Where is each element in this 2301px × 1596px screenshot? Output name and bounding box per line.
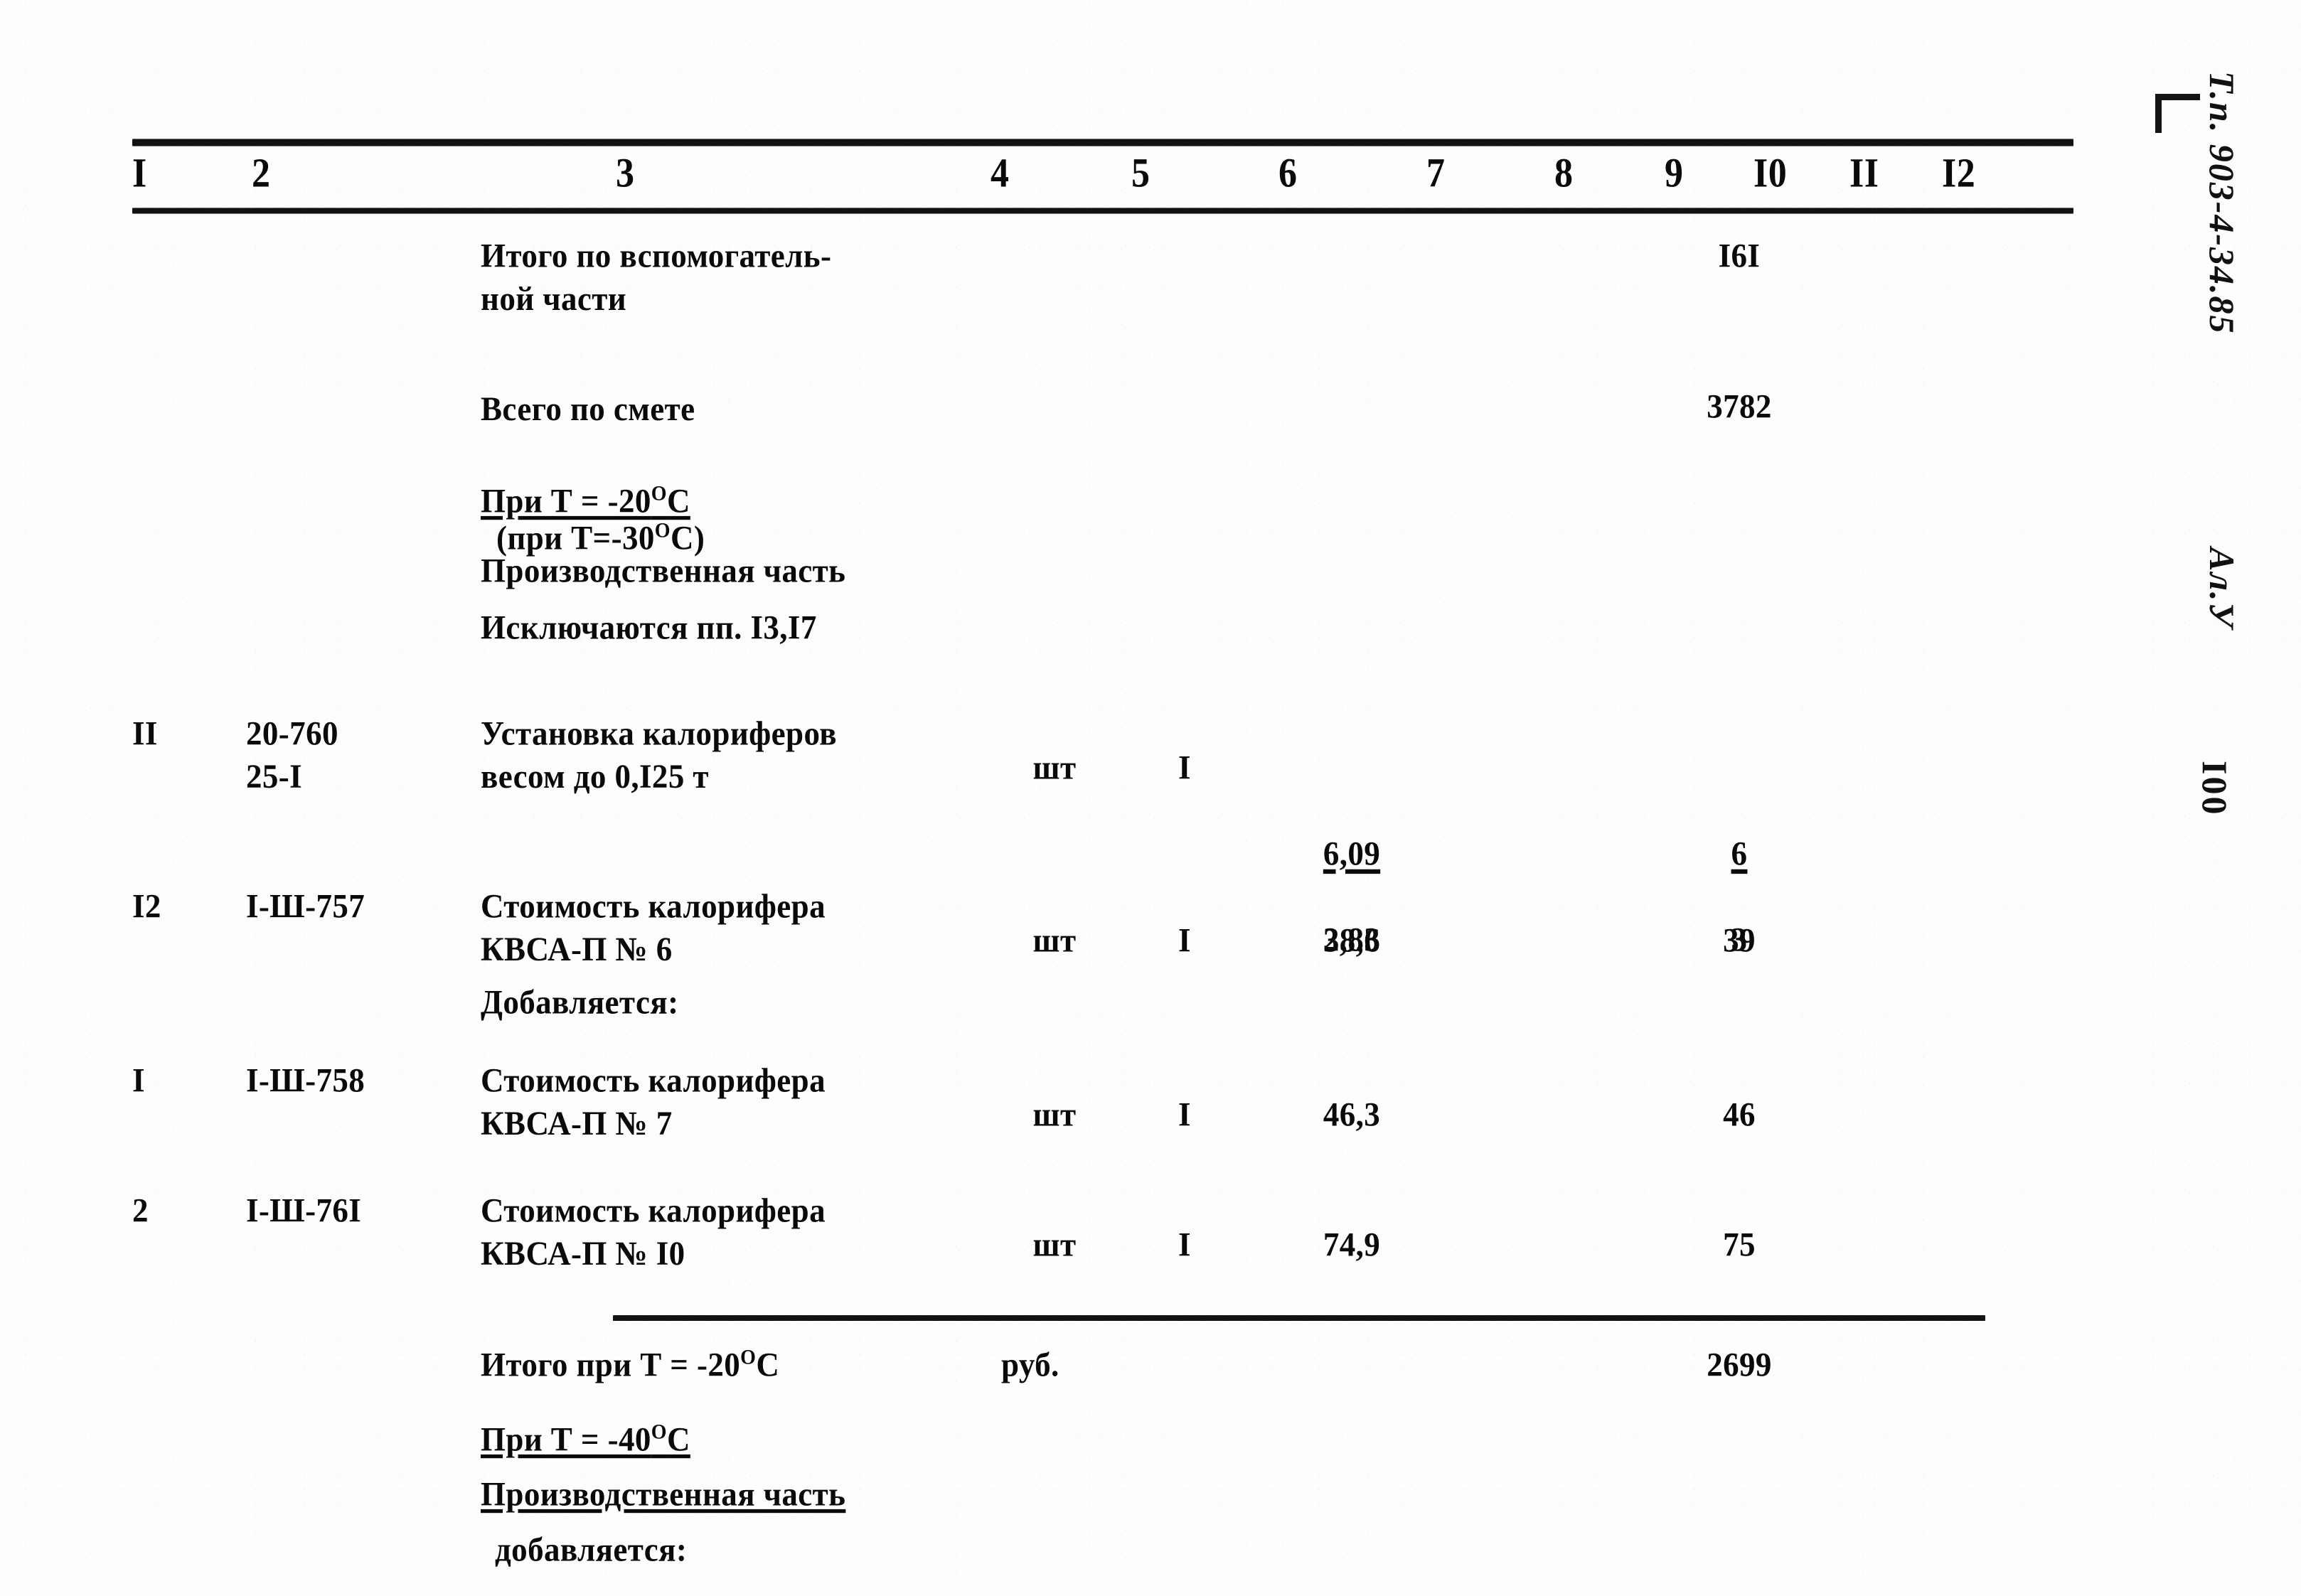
column-header-7: 7 xyxy=(1426,151,1446,196)
column-header-9: 9 xyxy=(1665,151,1684,196)
degree-symbol: О xyxy=(740,1346,757,1370)
section-heading-tail: С xyxy=(666,1420,690,1459)
row-description: Установка калориферов весом до 0,I25 т xyxy=(481,714,837,796)
margin-stamp-block: Т.п. 903-4-34.85 Ал.У I00 xyxy=(2136,50,2285,974)
column-header-5: 5 xyxy=(1131,151,1150,196)
section-heading: При Т = -40ОС xyxy=(481,1418,779,1461)
total-numerator: 6 xyxy=(1731,835,1748,873)
section-heading-text: При Т = -40 xyxy=(481,1420,651,1459)
row-price: 6,09 2,83 xyxy=(1263,746,1441,1005)
row-quantity: I xyxy=(1178,749,1191,787)
row-description: Стоимость калорифера КВСА-П № I0 xyxy=(481,1191,826,1273)
row-total: 6 3 xyxy=(1657,746,1821,1005)
row-description-line1: Всего по смете xyxy=(481,390,695,428)
price-numerator: 6,09 xyxy=(1323,835,1381,873)
row-unit: шт xyxy=(1032,1226,1077,1264)
row-quantity: I xyxy=(1178,1226,1191,1264)
column-header-3: 3 xyxy=(616,151,635,196)
row-total: 46 xyxy=(1723,1096,1756,1134)
column-header-12: I2 xyxy=(1942,151,1976,196)
table-header-bottom-rule xyxy=(132,208,2073,213)
column-header-4: 4 xyxy=(991,151,1010,196)
row-quantity: I xyxy=(1178,921,1191,960)
row-code: I-Ш-757 xyxy=(246,887,365,926)
column-header-8: 8 xyxy=(1554,151,1574,196)
row-total: 39 xyxy=(1723,921,1756,960)
subtotal-total: 2699 xyxy=(1707,1346,1772,1384)
subtotal-label: Итого при Т = -20ОС xyxy=(481,1344,907,1386)
subtotal-rule xyxy=(613,1315,1985,1321)
project-code-stamp: Т.п. 903-4-34.85 xyxy=(2202,71,2242,335)
row-price: 74,9 xyxy=(1323,1226,1381,1264)
row-description: Исключаются пп. I3,I7 xyxy=(481,609,817,647)
row-value-col9: 3782 xyxy=(1707,387,1772,426)
column-header-row: I 2 3 4 5 6 7 8 9 I0 II I2 xyxy=(132,146,2073,208)
row-price: 46,3 xyxy=(1323,1096,1381,1134)
subtotal-label-tail: С xyxy=(756,1346,780,1384)
row-number: II xyxy=(132,714,158,753)
column-header-6: 6 xyxy=(1278,151,1298,196)
scanned-page: I 2 3 4 5 6 7 8 9 I0 II I2 Итого по вспо… xyxy=(0,0,2301,1596)
table-body: Итого по вспомогатель- ной части I6I Все… xyxy=(132,235,2095,1568)
row-description: Добавляется: xyxy=(481,983,679,1022)
column-header-1: I xyxy=(132,151,147,196)
row-code: I-Ш-758 xyxy=(246,1061,365,1100)
row-description: Всего по смете (при Т=-30ОС) xyxy=(481,345,1021,559)
subtotal-unit: руб. xyxy=(1001,1346,1059,1384)
album-stamp: Ал.У xyxy=(2202,547,2242,629)
row-description: Стоимость калорифера КВСА-П № 7 xyxy=(481,1061,826,1142)
row-description: Производственная часть xyxy=(481,552,846,590)
row-description: Производственная часть xyxy=(481,1475,846,1514)
corner-tick-mark xyxy=(2155,94,2200,133)
row-code: 20-760 25-I xyxy=(246,714,338,796)
row-unit: шт xyxy=(1032,1096,1077,1134)
column-header-11: II xyxy=(1849,151,1879,196)
page-number-stamp: I00 xyxy=(2195,761,2235,817)
subtotal-label-text: Итого при Т = -20 xyxy=(481,1346,741,1384)
row-total: 75 xyxy=(1723,1226,1756,1264)
row-description: добавляется: xyxy=(495,1531,688,1569)
row-number: I2 xyxy=(132,887,161,926)
row-price: 38,6 xyxy=(1323,921,1381,960)
degree-symbol: О xyxy=(651,482,667,506)
total-fraction: 6 3 xyxy=(1731,789,1748,1004)
column-header-10: I0 xyxy=(1753,151,1788,196)
row-description: Стоимость калорифера КВСА-П № 6 xyxy=(481,887,826,968)
row-unit: шт xyxy=(1032,749,1077,787)
row-value-col9: I6I xyxy=(1718,237,1761,275)
table-header-block: I 2 3 4 5 6 7 8 9 I0 II I2 xyxy=(132,139,2073,213)
table-top-rule xyxy=(132,139,2073,146)
section-heading-text: При Т = -20 xyxy=(481,482,651,520)
row-number: 2 xyxy=(132,1191,149,1230)
row-quantity: I xyxy=(1178,1096,1191,1134)
section-heading: При Т = -20ОС xyxy=(481,480,786,523)
section-heading-tail: С xyxy=(666,482,690,520)
column-header-2: 2 xyxy=(252,151,271,196)
degree-symbol: О xyxy=(651,1420,667,1445)
row-number: I xyxy=(132,1061,145,1100)
row-unit: шт xyxy=(1032,921,1077,960)
row-description: Итого по вспомогатель- ной части xyxy=(481,237,832,318)
price-fraction: 6,09 2,83 xyxy=(1323,789,1380,1004)
row-code: I-Ш-76I xyxy=(246,1191,362,1230)
